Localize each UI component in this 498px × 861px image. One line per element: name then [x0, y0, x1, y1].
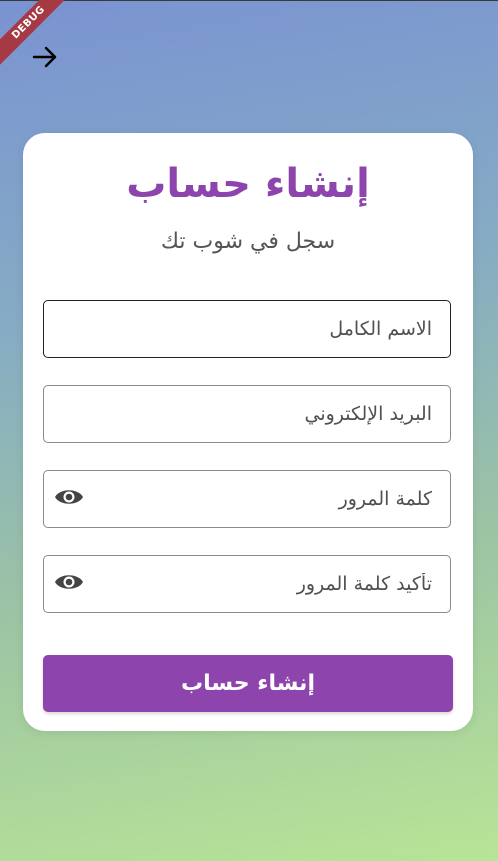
- back-button[interactable]: [28, 42, 62, 76]
- confirm-password-field[interactable]: [43, 555, 451, 613]
- password-visibility-toggle[interactable]: [54, 484, 84, 514]
- arrow-right-icon: [31, 43, 59, 75]
- eye-icon: [54, 487, 84, 511]
- signup-card: إنشاء حساب سجل في شوب تك الاسم الكامل ال…: [23, 133, 473, 731]
- full-name-input[interactable]: [62, 301, 432, 357]
- page-title: إنشاء حساب: [126, 161, 370, 207]
- password-input[interactable]: [100, 471, 432, 527]
- create-account-button[interactable]: إنشاء حساب: [43, 655, 453, 712]
- password-field[interactable]: [43, 470, 451, 528]
- full-name-field[interactable]: [43, 300, 451, 358]
- top-border: [0, 0, 498, 1]
- email-input[interactable]: [62, 386, 432, 442]
- page-subtitle: سجل في شوب تك: [160, 229, 336, 254]
- confirm-password-input[interactable]: [100, 556, 432, 612]
- confirm-password-visibility-toggle[interactable]: [54, 569, 84, 599]
- email-field[interactable]: [43, 385, 451, 443]
- eye-icon: [54, 572, 84, 596]
